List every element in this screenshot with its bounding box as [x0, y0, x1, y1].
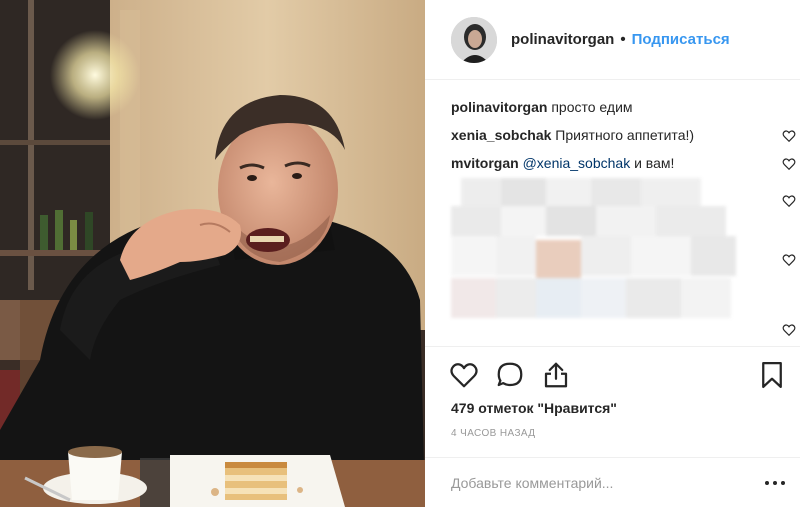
post-author-username[interactable]: polinavitorgan	[511, 31, 614, 48]
comment-input[interactable]	[451, 472, 751, 494]
heart-outline-icon[interactable]	[782, 253, 796, 267]
action-bar	[425, 346, 800, 404]
comment-text: Приятного аппетита!)	[551, 127, 695, 143]
comment-username[interactable]: polinavitorgan	[451, 99, 547, 115]
post-photo-image	[0, 0, 425, 507]
comment-caption: polinavitorgan просто едим	[451, 96, 796, 124]
comment-item: xenia_sobchak Приятного аппетита!)	[451, 124, 796, 152]
heart-icon[interactable]	[449, 360, 479, 390]
separator-dot: •	[620, 31, 626, 48]
comment-form	[425, 457, 800, 507]
comment-text: и вам!	[630, 155, 675, 171]
heart-outline-icon[interactable]	[782, 194, 796, 208]
comment-username[interactable]: mvitorgan	[451, 155, 519, 171]
header-text: polinavitorgan • Подписаться	[511, 31, 730, 48]
comment-text: просто едим	[547, 99, 633, 115]
post-sidebar: polinavitorgan • Подписаться polinavitor…	[425, 0, 800, 507]
comment-mention[interactable]: @xenia_sobchak	[523, 155, 631, 171]
post-timestamp[interactable]: 4 ЧАСОВ НАЗАД	[451, 428, 535, 439]
comment-item: mvitorgan @xenia_sobchak и вам!	[451, 152, 796, 180]
follow-button[interactable]: Подписаться	[632, 31, 730, 48]
heart-outline-icon[interactable]	[782, 323, 796, 337]
ellipsis-icon[interactable]	[763, 472, 787, 494]
comments-list: polinavitorgan просто едим xenia_sobchak…	[451, 96, 796, 337]
bookmark-icon[interactable]	[757, 360, 787, 390]
comment-username[interactable]: xenia_sobchak	[451, 127, 551, 143]
post-header: polinavitorgan • Подписаться	[425, 0, 800, 80]
speech-bubble-icon[interactable]	[495, 360, 525, 390]
post-photo[interactable]	[0, 0, 425, 507]
share-icon[interactable]	[541, 360, 571, 390]
heart-outline-icon[interactable]	[782, 157, 796, 171]
avatar[interactable]	[451, 16, 497, 63]
heart-outline-icon[interactable]	[782, 129, 796, 143]
blurred-comments	[451, 178, 751, 330]
likes-count[interactable]: 479 отметок "Нравится"	[451, 400, 617, 416]
